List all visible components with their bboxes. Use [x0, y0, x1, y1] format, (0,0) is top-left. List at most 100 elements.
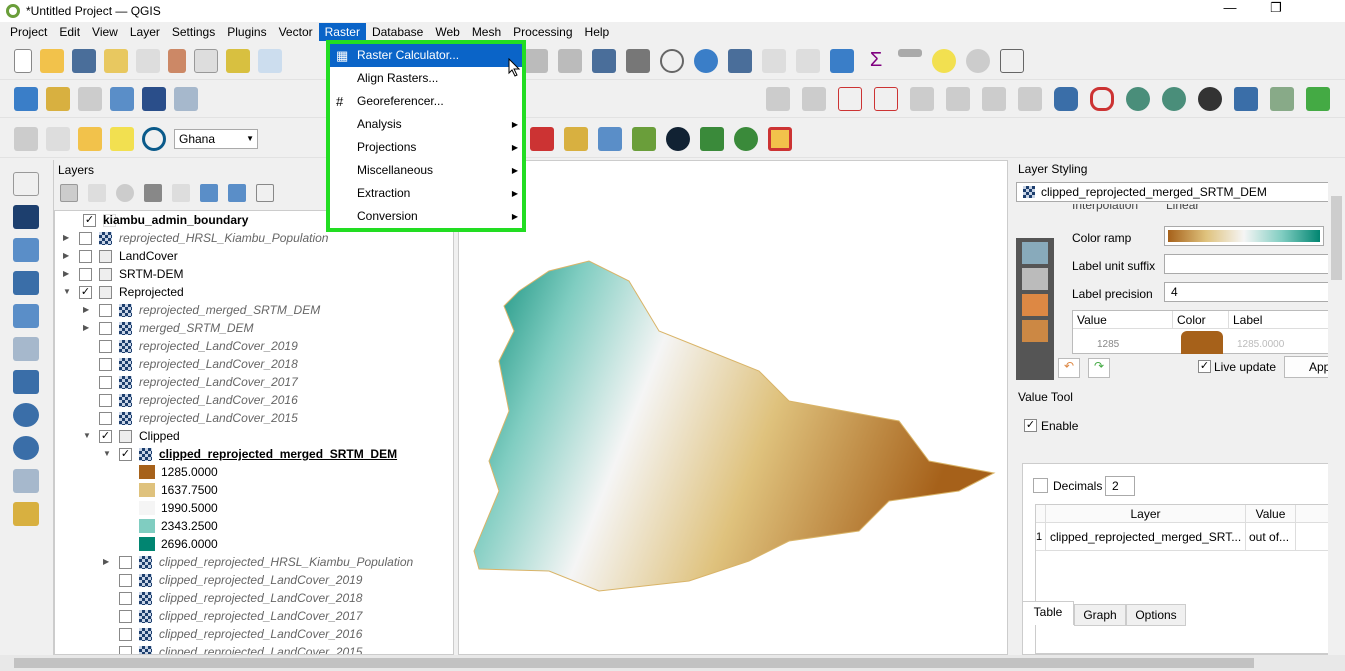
locator-combo[interactable]: Ghana ▼ [174, 128, 258, 149]
layer-visibility-checkbox[interactable] [99, 412, 112, 425]
annotation-icon[interactable] [932, 48, 956, 73]
menu-plugins[interactable]: Plugins [221, 23, 272, 41]
menu-item-georeferencer[interactable]: # Georeferencer... [330, 90, 522, 113]
layer-tree-item[interactable]: ▼ ✓ Reprojected [55, 283, 453, 301]
plugin-image-icon[interactable] [598, 126, 622, 151]
save-project-icon[interactable] [72, 48, 96, 73]
layer-tree-item[interactable]: reprojected_LandCover_2019 [55, 337, 453, 355]
remove-layer-icon[interactable] [256, 184, 274, 202]
menu-item-projections[interactable]: Projections ▶ [330, 136, 522, 159]
layer-tree-item[interactable]: clipped_reprojected_LandCover_2019 [55, 571, 453, 589]
menu-item-miscellaneous[interactable]: Miscellaneous ▶ [330, 159, 522, 182]
menu-mesh[interactable]: Mesh [466, 23, 507, 41]
help-icon[interactable] [1234, 86, 1258, 111]
add-mesh-icon[interactable] [13, 238, 39, 262]
color-table[interactable]: Value Color Label 1285 1285.0000 [1072, 310, 1338, 354]
menu-item-analysis[interactable]: Analysis ▶ [330, 113, 522, 136]
layer-visibility-checkbox[interactable] [99, 376, 112, 389]
menu-processing[interactable]: Processing [507, 23, 578, 41]
pin-labels-icon[interactable] [802, 86, 826, 111]
layers-plugin-icon[interactable] [632, 126, 656, 151]
label-unit-suffix-input[interactable] [1164, 254, 1338, 274]
add-vector-layer-icon[interactable] [78, 86, 102, 111]
undo-button[interactable]: ↶ [1058, 358, 1080, 378]
wfs-icon[interactable] [1162, 86, 1186, 111]
map-canvas[interactable] [458, 160, 1008, 655]
layer-tree-item[interactable]: ▶ LandCover [55, 247, 453, 265]
temporal-icon[interactable] [592, 48, 616, 73]
clock-icon[interactable] [660, 48, 684, 73]
layer-tree-item[interactable]: clipped_reprojected_LandCover_2016 [55, 625, 453, 643]
deselect-icon[interactable] [78, 126, 102, 151]
color-ramp-button[interactable] [1164, 226, 1324, 246]
text-annotation-icon[interactable] [1000, 48, 1024, 73]
layer-tree-item[interactable]: ▶ reprojected_merged_SRTM_DEM [55, 301, 453, 319]
map-tips-icon[interactable] [626, 48, 650, 73]
refresh-plugins-icon[interactable] [1306, 86, 1330, 111]
layer-visibility-checkbox[interactable]: ✓ [99, 430, 112, 443]
histogram-icon[interactable] [1022, 268, 1048, 290]
transparency-icon[interactable] [1022, 242, 1048, 264]
select-by-value-icon[interactable] [46, 126, 70, 151]
zoom-in-icon[interactable] [258, 48, 282, 73]
new-print-layout-icon[interactable] [104, 48, 128, 73]
history-icon[interactable] [1022, 320, 1048, 342]
move-label-icon[interactable] [910, 86, 934, 111]
menu-item-align-rasters[interactable]: Align Rasters... [330, 67, 522, 90]
menu-settings[interactable]: Settings [166, 23, 221, 41]
menu-help[interactable]: Help [579, 23, 616, 41]
menu-item-conversion[interactable]: Conversion ▶ [330, 205, 522, 228]
menu-project[interactable]: Project [4, 23, 53, 41]
layer-tree-item[interactable]: clipped_reprojected_LandCover_2017 [55, 607, 453, 625]
collapse-arrow-icon[interactable]: ▼ [83, 427, 91, 445]
add-mesh-icon[interactable] [174, 86, 198, 111]
label-tool-icon[interactable] [766, 86, 790, 111]
expand-arrow-icon[interactable]: ▶ [63, 229, 69, 247]
styling-layer-combo[interactable]: clipped_reprojected_merged_SRTM_DEM [1016, 182, 1336, 202]
add-spatialite-icon[interactable] [13, 304, 39, 328]
layer-tree-item[interactable]: reprojected_LandCover_2016 [55, 391, 453, 409]
collapse-arrow-icon[interactable]: ▼ [63, 283, 71, 301]
interpolation-value[interactable]: Linear [1166, 204, 1199, 212]
tab-table[interactable]: Table [1022, 601, 1074, 625]
rotate-label-icon[interactable] [946, 86, 970, 111]
manage-visibility-eye-icon[interactable] [116, 184, 134, 202]
layer-visibility-checkbox[interactable] [99, 394, 112, 407]
layer-visibility-checkbox[interactable] [119, 574, 132, 587]
layer-visibility-checkbox[interactable] [119, 610, 132, 623]
expand-all-icon[interactable] [200, 184, 218, 202]
gear-icon[interactable] [830, 48, 854, 73]
menu-edit[interactable]: Edit [53, 23, 86, 41]
label-precision-spinbox[interactable]: 4 [1164, 282, 1334, 302]
menu-database[interactable]: Database [366, 23, 429, 41]
layer-visibility-checkbox[interactable] [79, 268, 92, 281]
layer-visibility-checkbox[interactable]: ✓ [83, 214, 96, 227]
first-color-swatch[interactable] [1181, 331, 1223, 354]
layer-tree-item[interactable]: ▶ merged_SRTM_DEM [55, 319, 453, 337]
layer-tree-item[interactable]: ▶ clipped_reprojected_HRSL_Kiambu_Populat… [55, 553, 453, 571]
open-folder-plugin-icon[interactable] [564, 126, 588, 151]
change-label-icon[interactable] [982, 86, 1006, 111]
new-layer-icon[interactable] [13, 502, 39, 526]
select-features-icon[interactable] [14, 126, 38, 151]
show-bookmarks-icon[interactable] [558, 48, 582, 73]
add-layer-icon[interactable] [46, 86, 70, 111]
menu-raster[interactable]: Raster [318, 23, 366, 41]
add-raster-icon[interactable] [142, 86, 166, 111]
close-button[interactable] [1299, 0, 1345, 16]
layer-tree-item[interactable]: reprojected_LandCover_2015 [55, 409, 453, 427]
globe-icon[interactable] [666, 126, 690, 151]
layer-visibility-checkbox[interactable] [79, 232, 92, 245]
label-abc-red-icon[interactable] [874, 86, 898, 111]
expand-arrow-icon[interactable]: ▶ [83, 301, 89, 319]
filter-expression-icon[interactable] [172, 184, 190, 202]
right-dock-scrollbar[interactable] [1328, 160, 1345, 655]
layer-tree-item[interactable]: clipped_reprojected_LandCover_2018 [55, 589, 453, 607]
redo-button[interactable]: ↷ [1088, 358, 1110, 378]
expand-arrow-icon[interactable]: ▶ [83, 319, 89, 337]
osm-icon[interactable] [1198, 86, 1222, 111]
layer-visibility-checkbox[interactable] [99, 304, 112, 317]
layer-visibility-checkbox[interactable]: ✓ [119, 448, 132, 461]
measure-icon[interactable] [898, 48, 922, 57]
settings-gear-icon[interactable] [966, 48, 990, 73]
